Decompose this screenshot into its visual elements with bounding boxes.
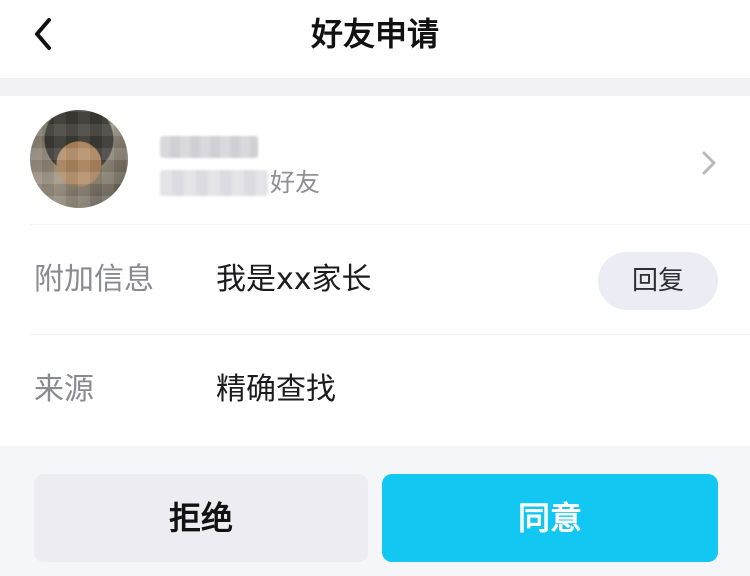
additional-info-value: 我是xx家长 (216, 262, 372, 297)
requester-subtitle-blurred (160, 170, 268, 196)
avatar[interactable] (30, 110, 128, 208)
reject-button[interactable]: 拒绝 (34, 474, 368, 562)
requester-name-blurred (160, 136, 258, 158)
requester-profile-row[interactable]: 好友 (0, 96, 750, 224)
accept-button[interactable]: 同意 (382, 474, 718, 562)
source-row: 来源 精确查找 (0, 334, 750, 444)
source-label: 来源 (34, 372, 94, 407)
page-title: 好友申请 (310, 15, 439, 53)
top-bar: 好友申请 (0, 0, 750, 78)
source-value: 精确查找 (216, 372, 336, 407)
requester-subtitle-suffix: 好友 (270, 168, 321, 197)
additional-info-label: 附加信息 (34, 262, 154, 297)
chevron-right-icon[interactable] (700, 150, 718, 176)
reply-button[interactable]: 回复 (598, 252, 718, 310)
